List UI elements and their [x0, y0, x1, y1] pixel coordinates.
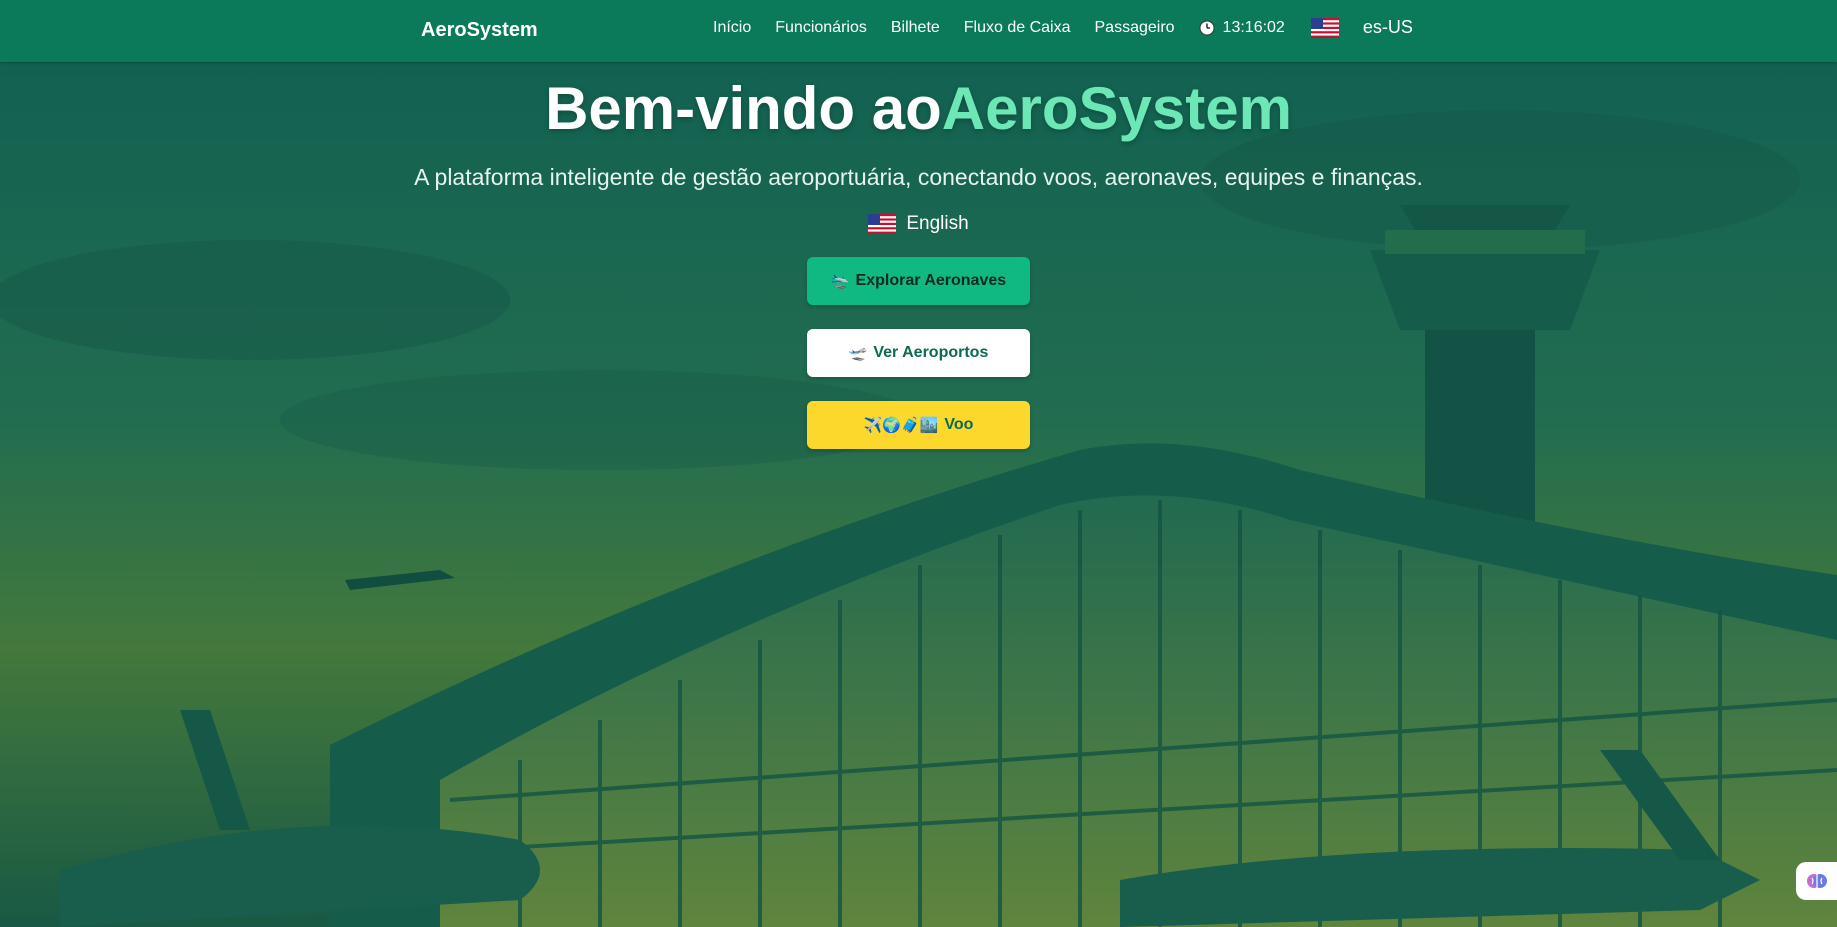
us-flag-icon: [868, 214, 897, 234]
flight-button[interactable]: ✈️🌍🧳🏙️ Voo: [807, 401, 1030, 449]
nav-link-fluxo-de-caixa[interactable]: Fluxo de Caixa: [964, 19, 1071, 37]
us-flag-icon[interactable]: [1310, 17, 1339, 38]
plane-arrival-icon: 🛬: [830, 273, 850, 290]
brand-logo[interactable]: AeroSystem: [421, 19, 538, 42]
plane-departure-icon: 🛫: [848, 345, 868, 362]
language-switcher[interactable]: English: [868, 213, 969, 235]
title-prefix: Bem-vindo ao: [545, 75, 942, 142]
assistant-button[interactable]: [1796, 862, 1837, 900]
action-buttons: 🛬 Explorar Aeronaves 🛫 Ver Aeroportos ✈️…: [0, 257, 1837, 473]
clock: 13:16:02: [1199, 19, 1285, 37]
language-label: English: [906, 213, 969, 234]
view-airports-button[interactable]: 🛫 Ver Aeroportos: [807, 329, 1030, 377]
nav-link-inicio[interactable]: Início: [713, 19, 751, 37]
top-navigation-bar: AeroSystem Início Funcionários Bilhete F…: [0, 0, 1837, 62]
explore-aircraft-label: Explorar Aeronaves: [855, 272, 1007, 289]
nav-link-funcionarios[interactable]: Funcionários: [775, 19, 867, 37]
locale-label[interactable]: es-US: [1363, 17, 1413, 38]
main-nav: Início Funcionários Bilhete Fluxo de Cai…: [713, 17, 1413, 38]
title-accent: AeroSystem: [941, 75, 1292, 142]
flight-label: Voo: [944, 416, 974, 433]
travel-emoji-icon: ✈️🌍🧳🏙️: [863, 417, 939, 434]
clock-icon: [1199, 20, 1215, 35]
view-airports-label: Ver Aeroportos: [873, 344, 989, 361]
nav-link-bilhete[interactable]: Bilhete: [891, 19, 940, 37]
clock-time: 13:16:02: [1222, 18, 1285, 36]
hero-section: Bem-vindo aoAeroSystem A plataforma inte…: [0, 62, 1837, 473]
hero-subtitle: A plataforma inteligente de gestão aerop…: [414, 164, 1423, 190]
explore-aircraft-button[interactable]: 🛬 Explorar Aeronaves: [807, 257, 1030, 305]
nav-link-passageiro[interactable]: Passageiro: [1095, 19, 1175, 37]
brain-icon: [1807, 874, 1827, 888]
hero-title: Bem-vindo aoAeroSystem: [0, 76, 1837, 142]
